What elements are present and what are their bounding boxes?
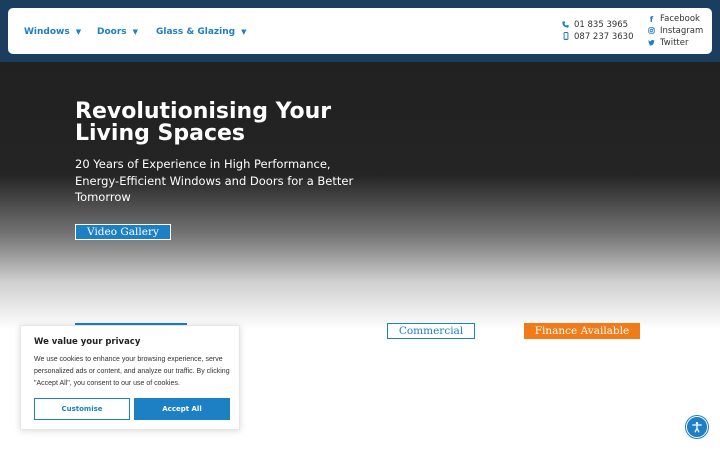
accessibility-icon (691, 418, 703, 437)
social-link-twitter[interactable]: Twitter (648, 38, 689, 48)
phone-number: 087 237 3630 (574, 32, 634, 42)
social-label: Twitter (660, 38, 689, 48)
social-label: Instagram (660, 26, 704, 36)
customise-button[interactable]: Customise (34, 398, 130, 420)
nav-item-glass-glazing[interactable]: Glass & Glazing ▼ (156, 27, 246, 37)
cookie-title: We value your privacy (34, 337, 141, 347)
video-gallery-button[interactable]: Video Gallery (75, 224, 171, 240)
accessibility-button[interactable] (686, 416, 708, 438)
header-bar: Windows ▼ Doors ▼ Glass & Glazing ▼ 01 8… (0, 0, 720, 62)
chevron-down-icon: ▼ (75, 28, 82, 36)
facebook-icon: f (649, 14, 654, 24)
instagram-icon (648, 26, 655, 36)
hero-subtitle: 20 Years of Experience in High Performan… (75, 157, 354, 204)
phone-number: 01 835 3965 (574, 20, 629, 30)
social-label: Facebook (660, 14, 700, 24)
nav-card: Windows ▼ Doors ▼ Glass & Glazing ▼ (8, 8, 712, 54)
social-link-instagram[interactable]: Instagram (648, 26, 703, 36)
nav-item-doors[interactable]: Doors ▼ (97, 27, 138, 37)
nav-item-label: Glass & Glazing (156, 27, 236, 37)
finance-available-button[interactable]: Finance Available (524, 323, 640, 339)
accept-all-button[interactable]: Accept All (134, 398, 230, 420)
nav-item-windows[interactable]: Windows ▼ (24, 27, 81, 37)
cookie-consent-banner: We value your privacy We use cookies to … (20, 325, 240, 430)
hero-title: Revolutionising Your Living Spaces (75, 99, 332, 146)
phone-link-mobile[interactable]: 087 237 3630 (562, 32, 633, 42)
phone-icon (562, 20, 569, 30)
twitter-icon (648, 39, 655, 48)
phone-link-landline[interactable]: 01 835 3965 (562, 20, 628, 30)
commercial-button[interactable]: Commercial (387, 323, 475, 339)
chevron-down-icon: ▼ (132, 28, 139, 36)
cookie-description: We use cookies to enhance your browsing … (34, 356, 230, 387)
chevron-down-icon: ▼ (241, 28, 247, 36)
nav-item-label: Windows (24, 27, 70, 37)
mobile-phone-icon (562, 32, 569, 42)
nav-item-label: Doors (97, 27, 127, 37)
social-link-facebook[interactable]: f Facebook (648, 14, 700, 24)
